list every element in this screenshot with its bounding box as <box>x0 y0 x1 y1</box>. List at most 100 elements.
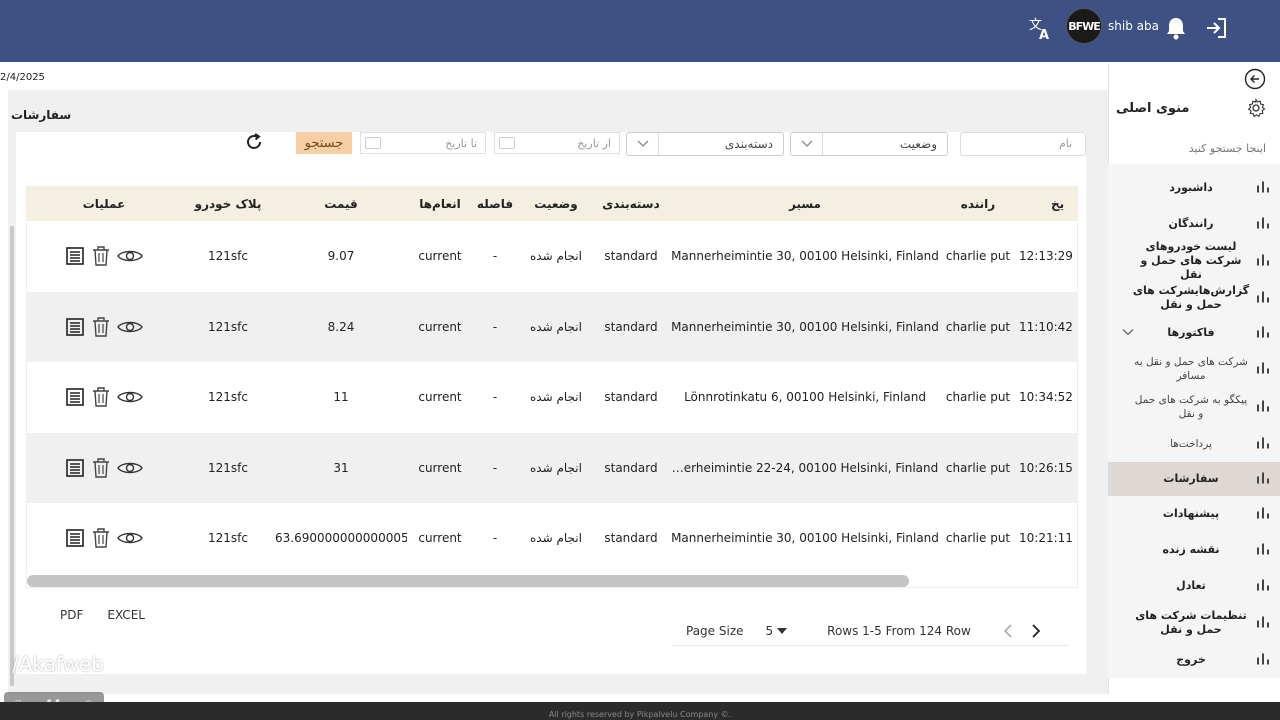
sidebar-item-orders[interactable]: سفارشات <box>1108 462 1280 496</box>
bell-icon[interactable] <box>1162 14 1190 42</box>
sidebar-header: منوی اصلی <box>1116 98 1266 118</box>
column-header[interactable]: قیمت <box>275 187 407 221</box>
tips-cell: current <box>418 319 462 334</box>
page-title: سفارشات <box>11 108 72 122</box>
column-header[interactable]: مسیر <box>667 187 943 221</box>
route-cell: Mannerheimintie 30, 00100 Helsinki, Finl… <box>671 249 939 264</box>
sidebar-item-pikgo-to-company[interactable]: پیکگو به شرکت های حمل و نقل <box>1108 388 1280 426</box>
eye-icon[interactable] <box>117 530 143 546</box>
route-cell: Mannerheimintie 30, 00100 Helsinki, Finl… <box>671 531 939 546</box>
sidebar-item-label: پیکگو به شرکت های حمل و نقل <box>1134 394 1248 420</box>
horizontal-scrollbar[interactable] <box>27 575 909 587</box>
column-header[interactable]: عملیات <box>27 187 181 221</box>
from-date-input[interactable]: از تاریخ <box>494 132 620 154</box>
status-cell: انجام شده <box>530 249 582 264</box>
column-header[interactable]: فاصله <box>473 187 517 221</box>
sidebar-search-input[interactable] <box>1116 142 1266 155</box>
trash-icon[interactable] <box>91 316 111 338</box>
eye-icon[interactable] <box>117 248 143 264</box>
eye-icon[interactable] <box>117 460 143 476</box>
sidebar-item-label: سفارشات <box>1163 472 1219 485</box>
status-select[interactable]: وضعیت <box>790 132 948 156</box>
watermark: /Akafweb <box>12 652 104 676</box>
page-size-select[interactable]: 5 <box>766 624 788 638</box>
bar-chart-icon <box>1256 325 1270 342</box>
sidebar-item-settings[interactable]: تنظیمات شرکت های حمل و نقل <box>1108 604 1280 642</box>
chevron-right-icon[interactable] <box>1031 623 1041 638</box>
calendar-icon <box>365 137 381 149</box>
status-cell: انجام شده <box>530 531 582 546</box>
to-date-input[interactable]: تا تاریخ <box>360 132 486 154</box>
sidebar-item-invoices[interactable]: فاکتورها <box>1108 316 1280 350</box>
trash-icon[interactable] <box>91 457 111 479</box>
chevron-down-icon[interactable] <box>1122 327 1134 340</box>
column-header[interactable]: راننده <box>943 187 1013 221</box>
translate-icon[interactable]: 文 A <box>1026 14 1054 42</box>
table-row[interactable]: 121sfc 8.24 current - انجام شده standard… <box>27 291 1077 362</box>
trash-icon[interactable] <box>91 386 111 408</box>
status-select-label: وضعیت <box>899 137 937 151</box>
svg-text:A: A <box>1039 28 1049 42</box>
sidebar-item-payments[interactable]: پرداخت‌ها <box>1108 426 1280 462</box>
tips-cell: current <box>418 390 462 405</box>
sidebar-item-label: گزارش‌هایشرکت های حمل و نقل <box>1132 284 1250 311</box>
column-header[interactable]: انعام‌ها <box>407 187 473 221</box>
gear-icon[interactable] <box>1246 98 1266 118</box>
sidebar-item-exit[interactable]: خروج <box>1108 642 1280 678</box>
time-cell: 12:13:29 2 <box>1019 249 1078 264</box>
details-list-icon[interactable] <box>65 528 85 548</box>
table-row[interactable]: 121sfc 9.07 current - انجام شده standard… <box>27 221 1078 292</box>
name-input[interactable]: نام <box>960 132 1086 156</box>
sidebar-item-live-map[interactable]: نقشه زنده <box>1108 532 1280 568</box>
sidebar-item-offers[interactable]: پیشنهادات <box>1108 496 1280 532</box>
chevron-left-icon[interactable] <box>1003 623 1013 638</box>
pdf-export-button[interactable]: PDF <box>60 608 83 622</box>
column-header[interactable]: دسته‌بندی <box>595 187 667 221</box>
caret-down-icon <box>777 627 788 634</box>
details-list-icon[interactable] <box>65 458 85 478</box>
main-content: سفارشات جستجو تا تاریخ از تاریخ دسته‌بند… <box>8 90 1108 694</box>
column-header[interactable]: یخ <box>1013 187 1077 221</box>
eye-icon[interactable] <box>117 319 143 335</box>
to-date-placeholder: تا تاریخ <box>445 136 477 150</box>
details-list-icon[interactable] <box>65 246 85 266</box>
logout-icon[interactable] <box>1202 14 1230 42</box>
details-list-icon[interactable] <box>65 387 85 407</box>
bar-chart-icon <box>1256 615 1270 632</box>
bar-chart-icon <box>1256 578 1270 595</box>
sidebar-item-company-to-passenger[interactable]: شرکت های حمل و نقل به مسافر <box>1108 350 1280 388</box>
page-nav <box>1003 623 1041 638</box>
time-cell: 10:26:15 2 <box>1019 460 1078 475</box>
distance-cell: - <box>492 531 498 546</box>
sidebar: منوی اصلی داشبورد رانندگان لیست خودروهای… <box>1108 64 1280 694</box>
category-select[interactable]: دسته‌بندی <box>626 132 784 156</box>
sidebar-item-reports[interactable]: گزارش‌هایشرکت های حمل و نقل <box>1108 280 1280 316</box>
chevron-down-icon <box>791 133 823 155</box>
excel-export-button[interactable]: EXCEL <box>107 608 145 622</box>
trash-icon[interactable] <box>91 527 111 549</box>
back-arrow-icon[interactable] <box>1244 68 1266 90</box>
sidebar-item-balance[interactable]: تعادل <box>1108 568 1280 604</box>
table-row[interactable]: 121sfc 11 current - انجام شده standard L… <box>27 362 1077 433</box>
refresh-icon[interactable] <box>244 132 264 152</box>
sidebar-item-label: داشبورد <box>1169 181 1213 194</box>
details-list-icon[interactable] <box>65 317 85 337</box>
sidebar-item-label: لیست خودروهای شرکت های حمل و نقل <box>1140 240 1242 281</box>
orders-panel: جستجو تا تاریخ از تاریخ دسته‌بندی وضعیت … <box>16 132 1086 674</box>
sidebar-item-dashboard[interactable]: داشبورد <box>1108 170 1280 206</box>
search-button[interactable]: جستجو <box>296 132 352 154</box>
user-menu[interactable]: BFWE shib aba <box>1066 8 1159 44</box>
column-header[interactable]: پلاک خودرو <box>181 187 275 221</box>
table-row[interactable]: 121sfc 63.690000000000005 current - انجا… <box>27 503 1077 574</box>
table-row[interactable]: 121sfc 31 current - انجام شده standard …… <box>27 432 1078 503</box>
vertical-scrollbar[interactable] <box>10 226 14 686</box>
sidebar-item-drivers[interactable]: رانندگان <box>1108 206 1280 242</box>
eye-icon[interactable] <box>117 389 143 405</box>
route-cell: Mannerheimintie 30, 00100 Helsinki, Finl… <box>671 319 939 334</box>
sidebar-item-vehicles[interactable]: لیست خودروهای شرکت های حمل و نقل <box>1108 240 1280 281</box>
plate-cell: 121sfc <box>208 390 248 405</box>
column-header[interactable]: وضعیت <box>517 187 595 221</box>
bar-chart-icon <box>1256 216 1270 233</box>
trash-icon[interactable] <box>91 245 111 267</box>
plate-cell: 121sfc <box>208 319 248 334</box>
